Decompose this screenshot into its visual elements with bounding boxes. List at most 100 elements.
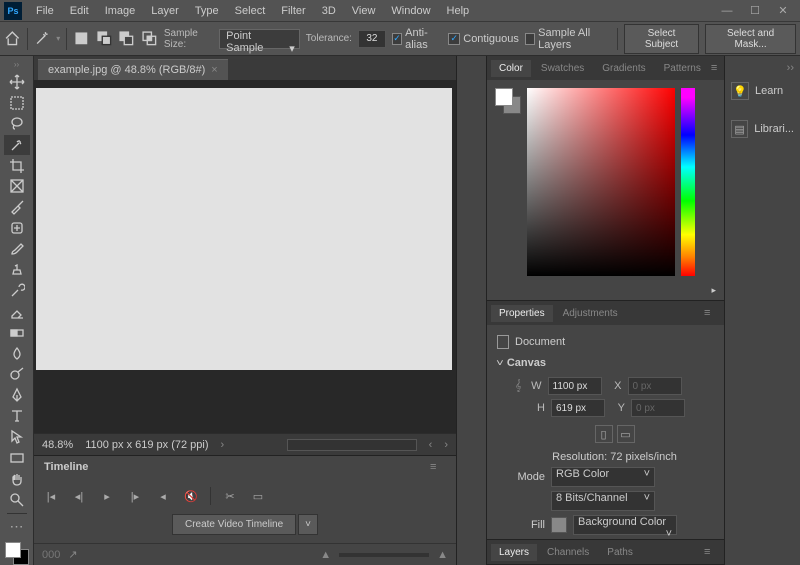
scroll-left-icon[interactable]: ‹ bbox=[429, 439, 433, 451]
next-frame-icon[interactable]: |▸ bbox=[126, 487, 144, 505]
healing-brush-tool[interactable] bbox=[4, 218, 30, 238]
landscape-icon[interactable]: ▭ bbox=[617, 425, 635, 443]
eraser-tool[interactable] bbox=[4, 302, 30, 322]
menu-filter[interactable]: Filter bbox=[273, 5, 313, 17]
collapse-icon[interactable]: ›› bbox=[729, 62, 796, 78]
horizontal-scrollbar[interactable] bbox=[287, 439, 417, 451]
brush-tool[interactable] bbox=[4, 239, 30, 259]
menu-image[interactable]: Image bbox=[97, 5, 144, 17]
tab-layers[interactable]: Layers bbox=[491, 544, 537, 561]
audio-icon[interactable]: 🔇 bbox=[182, 487, 200, 505]
tab-gradients[interactable]: Gradients bbox=[594, 60, 653, 77]
tolerance-input[interactable] bbox=[358, 30, 386, 48]
prev-frame-icon[interactable]: ◂| bbox=[70, 487, 88, 505]
tab-properties[interactable]: Properties bbox=[491, 305, 553, 322]
menu-window[interactable]: Window bbox=[383, 5, 438, 17]
frame-tool[interactable] bbox=[4, 176, 30, 196]
first-frame-icon[interactable]: |◂ bbox=[42, 487, 60, 505]
rectangle-tool[interactable] bbox=[4, 448, 30, 468]
selection-new-icon[interactable] bbox=[73, 29, 90, 49]
select-subject-button[interactable]: Select Subject bbox=[624, 24, 699, 54]
marquee-tool[interactable] bbox=[4, 93, 30, 113]
portrait-icon[interactable]: ▯ bbox=[595, 425, 613, 443]
selection-intersect-icon[interactable] bbox=[141, 29, 158, 49]
menu-view[interactable]: View bbox=[344, 5, 384, 17]
panel-menu-icon[interactable]: ≡ bbox=[430, 461, 446, 473]
play-icon[interactable]: ▸ bbox=[98, 487, 116, 505]
eyedropper-tool[interactable] bbox=[4, 197, 30, 217]
path-selection-tool[interactable] bbox=[4, 427, 30, 447]
chevron-right-icon[interactable]: › bbox=[221, 439, 225, 451]
libraries-panel-button[interactable]: ▤ Librari... bbox=[729, 116, 796, 142]
spectrum-toggle-icon[interactable]: ▸ bbox=[711, 285, 716, 295]
fg-swatch[interactable] bbox=[495, 88, 513, 106]
menu-edit[interactable]: Edit bbox=[62, 5, 97, 17]
foreground-color-swatch[interactable] bbox=[5, 542, 21, 558]
menu-layer[interactable]: Layer bbox=[143, 5, 187, 17]
collapsed-panel-strip[interactable] bbox=[456, 56, 486, 565]
color-swatches[interactable] bbox=[3, 542, 31, 565]
blur-tool[interactable] bbox=[4, 344, 30, 364]
x-input[interactable] bbox=[628, 377, 682, 395]
tab-swatches[interactable]: Swatches bbox=[533, 60, 592, 77]
panel-menu-icon[interactable]: ≡ bbox=[704, 546, 720, 558]
clone-stamp-tool[interactable] bbox=[4, 260, 30, 280]
panel-menu-icon[interactable]: ≡ bbox=[711, 62, 720, 74]
convert-frames-icon[interactable]: ↗ bbox=[68, 548, 77, 561]
dropdown-icon[interactable]: ▾ bbox=[56, 34, 60, 43]
bit-depth-select[interactable]: 8 Bits/Channel˅ bbox=[551, 491, 655, 511]
zoom-tool[interactable] bbox=[4, 490, 30, 510]
learn-panel-button[interactable]: 💡 Learn bbox=[729, 78, 796, 104]
last-frame-icon[interactable]: ◂ bbox=[154, 487, 172, 505]
wand-icon[interactable] bbox=[34, 29, 51, 49]
tab-adjustments[interactable]: Adjustments bbox=[555, 305, 626, 322]
edit-toolbar-icon[interactable]: ⋯ bbox=[4, 517, 30, 537]
sample-all-checkbox[interactable]: Sample All Layers bbox=[525, 27, 611, 51]
panel-menu-icon[interactable]: ≡ bbox=[704, 307, 720, 319]
scroll-right-icon[interactable]: › bbox=[444, 439, 448, 451]
lasso-tool[interactable] bbox=[4, 114, 30, 134]
dodge-tool[interactable] bbox=[4, 364, 30, 384]
expand-toolbox-icon[interactable]: ›› bbox=[14, 60, 19, 69]
zoom-in-icon[interactable]: ▲ bbox=[437, 549, 448, 561]
magic-wand-tool[interactable] bbox=[4, 135, 30, 155]
tab-patterns[interactable]: Patterns bbox=[656, 60, 709, 77]
tab-paths[interactable]: Paths bbox=[599, 544, 641, 561]
crop-tool[interactable] bbox=[4, 156, 30, 176]
zoom-slider[interactable] bbox=[339, 553, 429, 557]
selection-subtract-icon[interactable] bbox=[118, 29, 135, 49]
canvas-section-header[interactable]: Canvas bbox=[497, 353, 714, 373]
minimize-button[interactable]: — bbox=[714, 2, 740, 20]
tab-color[interactable]: Color bbox=[491, 60, 531, 77]
menu-file[interactable]: File bbox=[28, 5, 62, 17]
menu-select[interactable]: Select bbox=[227, 5, 274, 17]
canvas[interactable] bbox=[36, 88, 452, 370]
anti-alias-checkbox[interactable]: ✓Anti-alias bbox=[392, 27, 442, 51]
document-tab[interactable]: example.jpg @ 48.8% (RGB/8#) × bbox=[38, 59, 228, 80]
timeline-title[interactable]: Timeline bbox=[44, 461, 88, 473]
sample-size-select[interactable]: Point Sample ▾ bbox=[219, 29, 300, 49]
history-brush-tool[interactable] bbox=[4, 281, 30, 301]
create-video-timeline-button[interactable]: Create Video Timeline bbox=[172, 514, 296, 535]
pen-tool[interactable] bbox=[4, 385, 30, 405]
y-input[interactable] bbox=[631, 399, 685, 417]
zoom-out-icon[interactable]: ▲ bbox=[320, 549, 331, 561]
color-swatches[interactable] bbox=[495, 88, 521, 114]
type-tool[interactable] bbox=[4, 406, 30, 426]
color-field[interactable] bbox=[527, 88, 675, 276]
height-input[interactable] bbox=[551, 399, 605, 417]
create-video-dropdown[interactable]: ˅ bbox=[298, 514, 318, 535]
gradient-tool[interactable] bbox=[4, 323, 30, 343]
selection-add-icon[interactable] bbox=[96, 29, 113, 49]
canvas-viewport[interactable] bbox=[34, 80, 456, 433]
fill-select[interactable]: Background Color˅ bbox=[573, 515, 677, 535]
split-icon[interactable]: ✂ bbox=[221, 487, 239, 505]
menu-3d[interactable]: 3D bbox=[314, 5, 344, 17]
contiguous-checkbox[interactable]: ✓Contiguous bbox=[448, 33, 519, 45]
close-tab-icon[interactable]: × bbox=[211, 64, 217, 76]
hue-slider[interactable] bbox=[681, 88, 695, 276]
home-icon[interactable] bbox=[4, 29, 21, 49]
menu-help[interactable]: Help bbox=[439, 5, 478, 17]
tab-channels[interactable]: Channels bbox=[539, 544, 597, 561]
menu-type[interactable]: Type bbox=[187, 5, 227, 17]
